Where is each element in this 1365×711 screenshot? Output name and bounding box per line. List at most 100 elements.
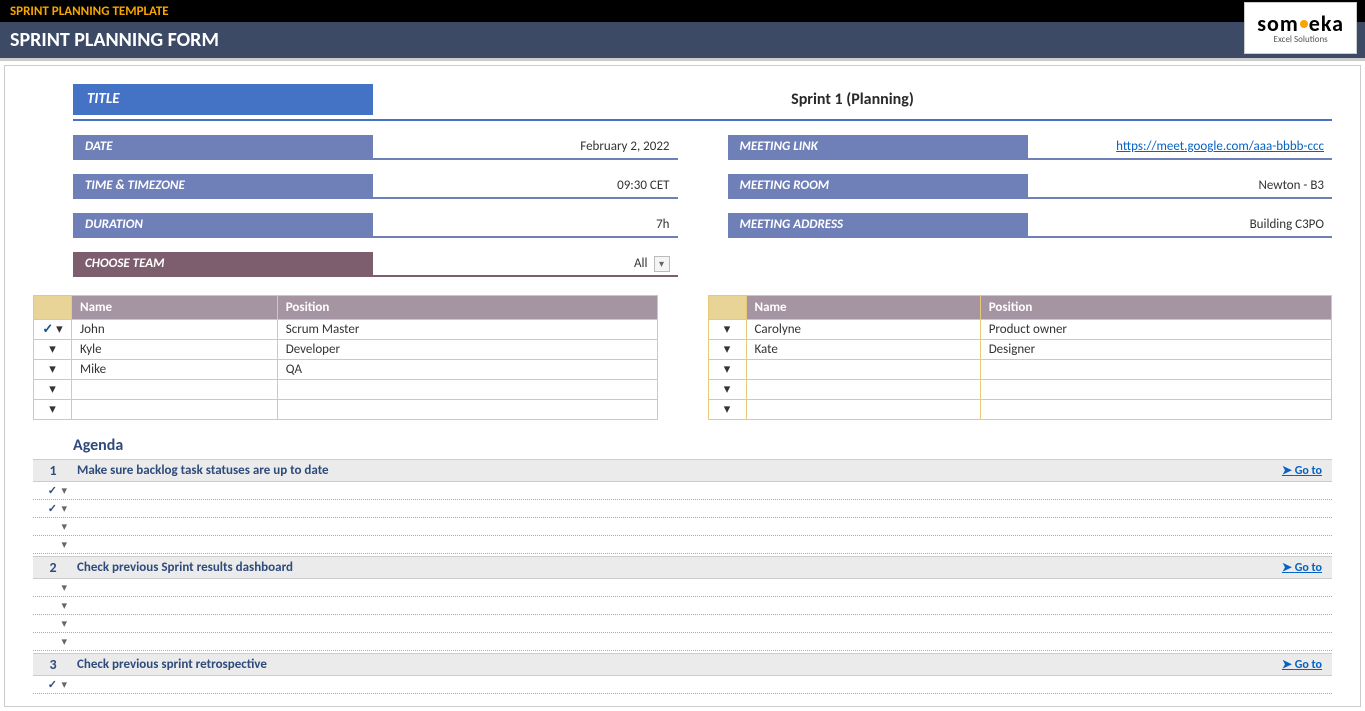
row-handle[interactable]: ▾ — [34, 380, 72, 400]
time-value[interactable]: 09:30 CET — [373, 174, 678, 199]
position-cell[interactable] — [980, 380, 1331, 400]
agenda-container: 1Make sure backlog task statuses are up … — [33, 459, 1332, 694]
table-row: ▾KyleDeveloper — [34, 340, 658, 360]
subrow-handle[interactable]: ▾ — [33, 617, 73, 630]
agenda-subrow[interactable]: ▾ — [33, 633, 1332, 651]
title-row: TITLE Sprint 1 (Planning) — [73, 84, 1332, 115]
agenda-number: 2 — [33, 559, 73, 576]
agenda-subrow[interactable]: ✓ ▾ — [33, 676, 1332, 694]
page-body: TITLE Sprint 1 (Planning) DATE February … — [4, 65, 1361, 707]
subrow-handle[interactable]: ▾ — [33, 520, 73, 533]
row-handle[interactable]: ▾ — [708, 320, 746, 340]
row-handle[interactable]: ▾ — [708, 340, 746, 360]
table-row: ▾ — [34, 380, 658, 400]
agenda-item: 2Check previous Sprint results dashboard… — [33, 556, 1332, 651]
name-cell[interactable]: Kate — [746, 340, 980, 360]
subrow-handle[interactable]: ▾ — [33, 581, 73, 594]
agenda-subrow[interactable]: ▾ — [33, 536, 1332, 554]
position-cell[interactable]: QA — [277, 360, 657, 380]
row-handle[interactable]: ✓ ▾ — [34, 320, 72, 340]
name-header: Name — [72, 296, 278, 320]
subrow-handle[interactable]: ✓ ▾ — [33, 502, 73, 515]
name-cell[interactable] — [72, 380, 278, 400]
subrow-handle[interactable]: ▾ — [33, 635, 73, 648]
subrow-handle[interactable]: ✓ ▾ — [33, 484, 73, 497]
agenda-subrow[interactable]: ✓ ▾ — [33, 482, 1332, 500]
position-cell[interactable]: Designer — [980, 340, 1331, 360]
title-label: TITLE — [73, 84, 373, 115]
goto-link[interactable]: Go to — [1282, 560, 1332, 575]
agenda-subrow[interactable]: ▾ — [33, 579, 1332, 597]
date-label: DATE — [73, 135, 373, 160]
form-header: SPRINT PLANNING FORM — [0, 22, 1365, 61]
link-label: MEETING LINK — [728, 135, 1028, 160]
duration-label: DURATION — [73, 213, 373, 238]
link-value[interactable]: https://meet.google.com/aaa-bbbb-ccc — [1028, 135, 1333, 160]
subrow-handle[interactable]: ▾ — [33, 599, 73, 612]
agenda-head: 3Check previous sprint retrospectiveGo t… — [33, 653, 1332, 676]
room-label: MEETING ROOM — [728, 174, 1028, 199]
row-handle[interactable]: ▾ — [34, 400, 72, 420]
meeting-link[interactable]: https://meet.google.com/aaa-bbbb-ccc — [1116, 139, 1324, 154]
row-handle[interactable]: ▾ — [708, 400, 746, 420]
title-value[interactable]: Sprint 1 (Planning) — [373, 84, 1332, 115]
goto-link[interactable]: Go to — [1282, 463, 1332, 478]
agenda-subrow[interactable]: ✓ ▾ — [33, 500, 1332, 518]
subrow-handle[interactable]: ▾ — [33, 538, 73, 551]
agenda-head: 1Make sure backlog task statuses are up … — [33, 459, 1332, 482]
name-cell[interactable]: Kyle — [72, 340, 278, 360]
position-header: Position — [277, 296, 657, 320]
row-handle[interactable]: ▾ — [708, 380, 746, 400]
name-cell[interactable]: John — [72, 320, 278, 340]
agenda-number: 3 — [33, 656, 73, 673]
position-cell[interactable] — [980, 400, 1331, 420]
date-value[interactable]: February 2, 2022 — [373, 135, 678, 160]
agenda-text[interactable]: Check previous Sprint results dashboard — [73, 557, 1282, 578]
name-cell[interactable] — [746, 360, 980, 380]
address-value[interactable]: Building C3PO — [1028, 213, 1333, 238]
position-cell[interactable]: Developer — [277, 340, 657, 360]
name-header: Name — [746, 296, 980, 320]
goto-link[interactable]: Go to — [1282, 657, 1332, 672]
row-handle[interactable]: ▾ — [34, 340, 72, 360]
position-cell[interactable] — [277, 380, 657, 400]
position-cell[interactable] — [277, 400, 657, 420]
name-cell[interactable]: Carolyne — [746, 320, 980, 340]
right-column: MEETING LINK https://meet.google.com/aaa… — [728, 135, 1333, 291]
table-row: ✓ ▾JohnScrum Master — [34, 320, 658, 340]
agenda-text[interactable]: Check previous sprint retrospective — [73, 654, 1282, 675]
time-label: TIME & TIMEZONE — [73, 174, 373, 199]
name-cell[interactable] — [746, 380, 980, 400]
agenda-head: 2Check previous Sprint results dashboard… — [33, 556, 1332, 579]
team-label: CHOOSE TEAM — [73, 252, 373, 277]
logo-text: someka — [1257, 13, 1344, 35]
table-row: ▾ — [708, 380, 1332, 400]
address-label: MEETING ADDRESS — [728, 213, 1028, 238]
dropdown-caret-icon[interactable] — [654, 256, 670, 272]
position-cell[interactable]: Product owner — [980, 320, 1331, 340]
team-select[interactable]: All — [373, 252, 678, 277]
top-bar: SPRINT PLANNING TEMPLATE — [0, 0, 1365, 22]
duration-value[interactable]: 7h — [373, 213, 678, 238]
name-cell[interactable]: Mike — [72, 360, 278, 380]
name-cell[interactable] — [746, 400, 980, 420]
position-cell[interactable]: Scrum Master — [277, 320, 657, 340]
logo-subtitle: Excel Solutions — [1274, 35, 1328, 44]
position-cell[interactable] — [980, 360, 1331, 380]
room-value[interactable]: Newton - B3 — [1028, 174, 1333, 199]
subrow-handle[interactable]: ✓ ▾ — [33, 678, 73, 691]
name-cell[interactable] — [72, 400, 278, 420]
team-table-left: Name Position ✓ ▾JohnScrum Master▾KyleDe… — [33, 295, 658, 420]
agenda-subrow[interactable]: ▾ — [33, 597, 1332, 615]
agenda-subrow[interactable]: ▾ — [33, 615, 1332, 633]
agenda-title: Agenda — [73, 436, 1332, 455]
row-handle[interactable]: ▾ — [34, 360, 72, 380]
row-handle[interactable]: ▾ — [708, 360, 746, 380]
table-row: ▾ — [34, 400, 658, 420]
agenda-item: 3Check previous sprint retrospectiveGo t… — [33, 653, 1332, 694]
table-row: ▾ — [708, 360, 1332, 380]
agenda-subrow[interactable]: ▾ — [33, 518, 1332, 536]
table-row: ▾MikeQA — [34, 360, 658, 380]
logo: someka Excel Solutions — [1244, 2, 1357, 54]
agenda-text[interactable]: Make sure backlog task statuses are up t… — [73, 460, 1282, 481]
